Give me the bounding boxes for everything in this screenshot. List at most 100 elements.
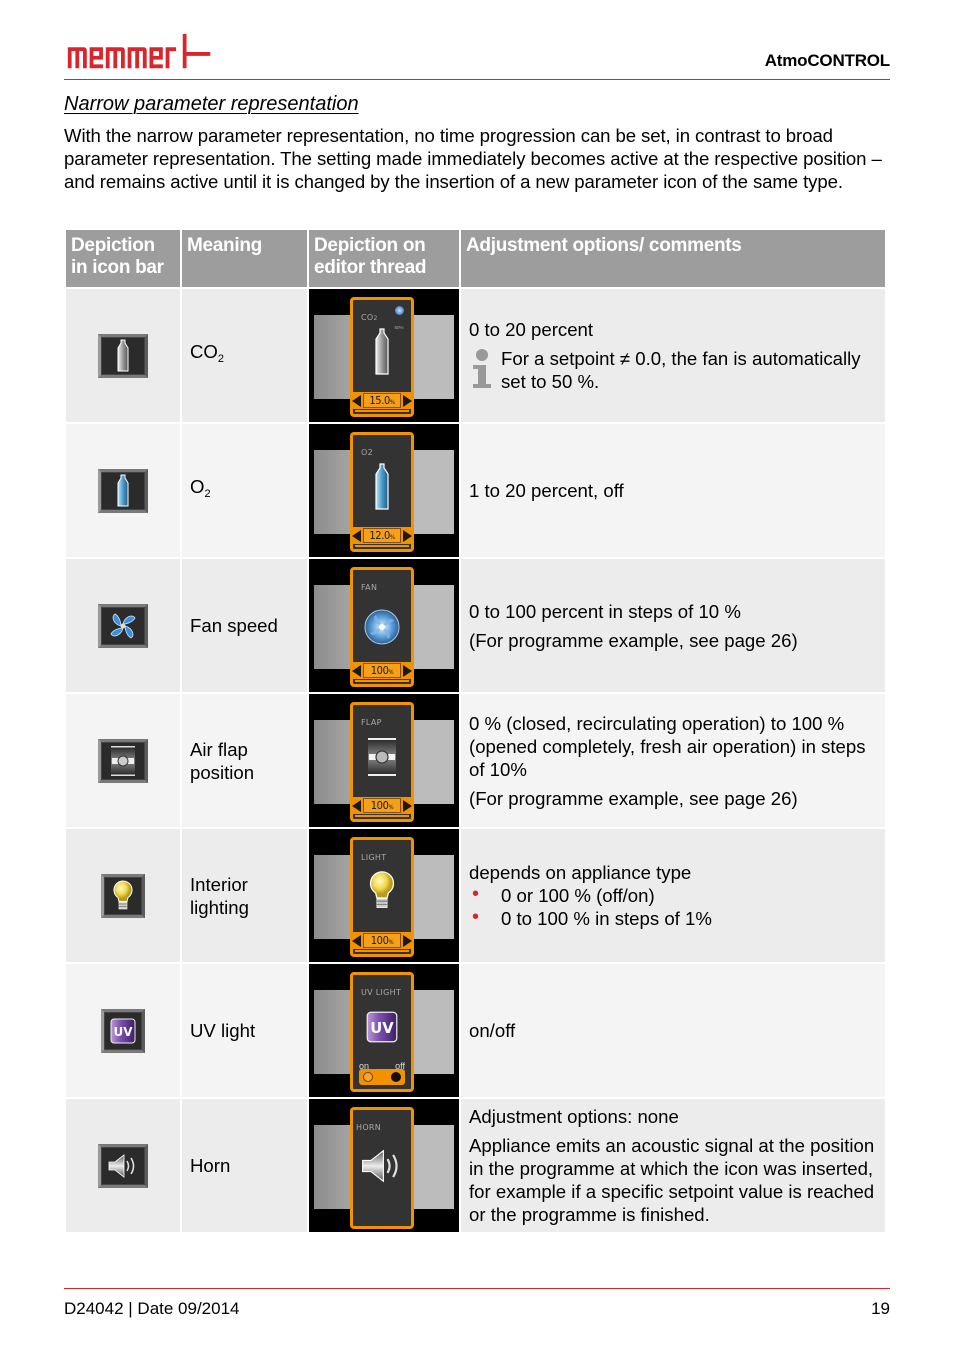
editor-thread: LIGHT 100% bbox=[309, 829, 459, 962]
editor-card[interactable]: CO2 50% 15.0% bbox=[350, 297, 414, 417]
off-radio[interactable] bbox=[391, 1072, 401, 1082]
fan-icon bbox=[394, 306, 404, 315]
meaning-cell: Air flap position bbox=[182, 694, 307, 827]
table-row: Horn HORN Adjustment options: none Appli… bbox=[66, 1099, 885, 1232]
decrease-arrow-icon[interactable] bbox=[352, 799, 361, 812]
table-row: Fan speed FAN 100% 0 to 100 percent in s… bbox=[66, 559, 885, 692]
value-stepper[interactable]: 15.0% bbox=[351, 392, 413, 409]
meaning-text: UV light bbox=[190, 1020, 256, 1041]
value-stepper[interactable]: 100% bbox=[351, 797, 413, 814]
editor-card[interactable]: O2 12.0% bbox=[350, 432, 414, 552]
fan-icon[interactable] bbox=[98, 603, 148, 648]
horn-icon[interactable] bbox=[98, 1143, 148, 1188]
adjustment-range: Adjustment options: none bbox=[469, 1106, 679, 1127]
adjustment-range: on/off bbox=[469, 1020, 516, 1041]
decrease-arrow-icon[interactable] bbox=[352, 394, 361, 407]
page-footer: D24042 | Date 09/2014 19 bbox=[64, 1288, 890, 1318]
info-note-text: For a setpoint ≠ 0.0, the fan is automat… bbox=[501, 348, 861, 392]
value-display: 100% bbox=[363, 663, 401, 678]
editor-card[interactable]: UV LIGHT UV on off bbox=[350, 972, 414, 1092]
editor-card[interactable]: HORN bbox=[350, 1107, 414, 1229]
card-title: O2 bbox=[361, 448, 373, 457]
editor-card[interactable]: FLAP 100% bbox=[350, 702, 414, 822]
card-title: UV LIGHT bbox=[361, 988, 402, 997]
value-stepper[interactable]: 100% bbox=[351, 662, 413, 679]
adjustment-cell: depends on appliance type 0 or 100 % (of… bbox=[461, 829, 885, 962]
editor-thread-cell: O2 12.0% bbox=[309, 424, 459, 557]
programme-example-ref: (For programme example, see page 26) bbox=[469, 787, 798, 809]
fan-icon bbox=[364, 609, 400, 645]
adjustment-cell: 0 to 100 percent in steps of 10 % (For p… bbox=[461, 559, 885, 692]
horn-description: Appliance emits an acoustic signal at th… bbox=[469, 1135, 875, 1225]
adjustment-cell: Adjustment options: none Appliance emits… bbox=[461, 1099, 885, 1232]
increase-arrow-icon[interactable] bbox=[403, 934, 412, 947]
increase-arrow-icon[interactable] bbox=[403, 529, 412, 542]
icon-bar-cell bbox=[66, 694, 180, 827]
card-underline bbox=[355, 680, 409, 682]
value-display: 100% bbox=[363, 798, 401, 813]
table-header-row: Depiction in icon bar Meaning Depiction … bbox=[66, 230, 885, 287]
increase-arrow-icon[interactable] bbox=[403, 394, 412, 407]
list-item: 0 or 100 % (off/on) bbox=[469, 883, 877, 907]
adjustment-cell: 0 to 20 percent For a setpoint ≠ 0.0, th… bbox=[461, 289, 885, 422]
decrease-arrow-icon[interactable] bbox=[352, 529, 361, 542]
value-display: 100% bbox=[363, 933, 401, 948]
card-underline bbox=[355, 950, 409, 952]
options-list: 0 or 100 % (off/on) 0 to 100 % in steps … bbox=[469, 883, 877, 930]
svg-text:UV: UV bbox=[370, 1020, 394, 1037]
value-stepper[interactable]: 12.0% bbox=[351, 527, 413, 544]
uv-light-icon[interactable]: UV bbox=[101, 1008, 145, 1053]
icon-bar-cell bbox=[66, 829, 180, 962]
meaning-text: Air flap position bbox=[190, 738, 255, 783]
editor-card[interactable]: LIGHT 100% bbox=[350, 837, 414, 957]
document-id-date: D24042 | Date 09/2014 bbox=[64, 1299, 240, 1318]
value-display: 12.0% bbox=[363, 528, 401, 543]
meaning-cell: CO2 bbox=[182, 289, 307, 422]
adjustment-range: 0 to 100 percent in steps of 10 % bbox=[469, 600, 741, 622]
card-underline bbox=[355, 815, 409, 817]
card-title: FAN bbox=[361, 583, 378, 592]
light-bulb-icon bbox=[369, 871, 395, 908]
section-title: Narrow parameter representation bbox=[64, 93, 359, 115]
horn-icon bbox=[362, 1149, 398, 1183]
icon-bar-cell bbox=[66, 559, 180, 692]
list-item: 0 to 100 % in steps of 1% bbox=[469, 906, 877, 930]
table-row: UV UV light UV LIGHT UV on off on/off bbox=[66, 964, 885, 1097]
light-bulb-icon[interactable] bbox=[101, 873, 145, 918]
table-row: Air flap position FLAP 100% 0 % (closed,… bbox=[66, 694, 885, 827]
page-header: AtmoCONTROL bbox=[64, 32, 890, 80]
meaning-cell: Interior lighting bbox=[182, 829, 307, 962]
meaning-subscript: 2 bbox=[204, 488, 211, 500]
info-icon bbox=[473, 349, 491, 388]
editor-thread: CO2 50% 15.0% bbox=[309, 289, 459, 422]
editor-thread-cell: FAN 100% bbox=[309, 559, 459, 692]
increase-arrow-icon[interactable] bbox=[403, 799, 412, 812]
o2-cylinder-icon[interactable] bbox=[98, 468, 148, 513]
info-note: For a setpoint ≠ 0.0, the fan is automat… bbox=[469, 347, 877, 393]
meaning-cell: Horn bbox=[182, 1099, 307, 1232]
table-row: CO2 CO2 50% 15.0% 0 to 20 percent For a … bbox=[66, 289, 885, 422]
editor-thread: FAN 100% bbox=[309, 559, 459, 692]
increase-arrow-icon[interactable] bbox=[403, 664, 412, 677]
intro-paragraph: With the narrow parameter representation… bbox=[64, 125, 882, 192]
decrease-arrow-icon[interactable] bbox=[352, 934, 361, 947]
page-number: 19 bbox=[871, 1299, 890, 1318]
fan-badge: 50% bbox=[392, 306, 406, 339]
on-radio[interactable] bbox=[363, 1072, 373, 1082]
value-stepper[interactable]: 100% bbox=[351, 932, 413, 949]
meaning-text: Fan speed bbox=[190, 615, 278, 636]
card-title: FLAP bbox=[361, 718, 382, 727]
memmert-logo bbox=[67, 34, 211, 69]
meaning-cell: UV light bbox=[182, 964, 307, 1097]
icon-bar-cell: UV bbox=[66, 964, 180, 1097]
decrease-arrow-icon[interactable] bbox=[352, 664, 361, 677]
on-off-toggle[interactable] bbox=[359, 1069, 405, 1085]
header-meaning: Meaning bbox=[182, 230, 307, 287]
meaning-cell: O2 bbox=[182, 424, 307, 557]
co2-cylinder-icon[interactable] bbox=[98, 333, 148, 378]
editor-card[interactable]: FAN 100% bbox=[350, 567, 414, 687]
adjustment-cell: 0 % (closed, recirculating operation) to… bbox=[461, 694, 885, 827]
icon-bar-cell bbox=[66, 1099, 180, 1232]
editor-thread-cell: LIGHT 100% bbox=[309, 829, 459, 962]
air-flap-icon[interactable] bbox=[98, 738, 148, 783]
